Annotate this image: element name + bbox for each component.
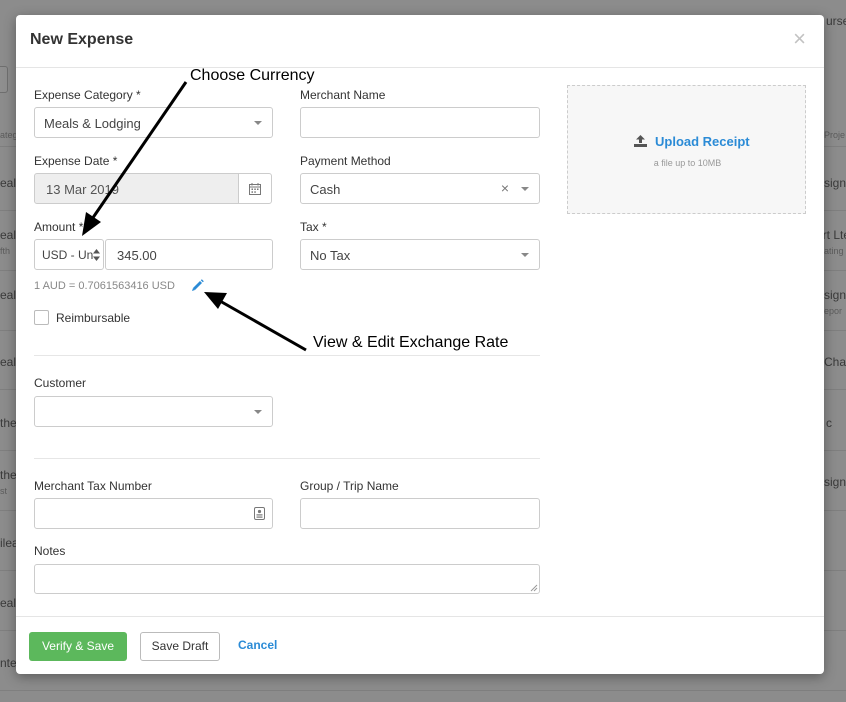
merchant-name-input[interactable] — [300, 107, 540, 138]
background-text: c — [826, 416, 832, 430]
background-text: eal — [0, 176, 17, 190]
tax-value: No Tax — [310, 248, 351, 263]
resize-handle-icon[interactable] — [530, 584, 538, 592]
cancel-button[interactable]: Cancel — [238, 638, 277, 652]
verify-save-button[interactable]: Verify & Save — [29, 632, 127, 661]
group-trip-name-input[interactable] — [300, 498, 540, 529]
chevron-down-icon — [521, 253, 529, 257]
background-text: ateg — [0, 130, 18, 140]
amount-value: 345.00 — [117, 248, 157, 263]
annotation-choose-currency: Choose Currency — [190, 67, 315, 84]
background-divider — [0, 690, 846, 691]
customer-label: Customer — [34, 376, 87, 390]
background-text: urse — [826, 14, 846, 28]
background-text: the — [0, 416, 17, 430]
calendar-button[interactable] — [238, 173, 272, 204]
currency-select[interactable]: USD - Un — [34, 239, 104, 270]
background-text: Proje — [824, 130, 846, 140]
tax-select[interactable]: No Tax — [300, 239, 540, 270]
expense-date-label: Expense Date * — [34, 154, 118, 168]
clear-icon[interactable]: × — [501, 180, 509, 196]
expense-category-select[interactable]: Meals & Lodging — [34, 107, 273, 138]
payment-method-select[interactable]: Cash × — [300, 173, 540, 204]
background-text: fth — [0, 246, 11, 256]
pencil-icon[interactable] — [191, 279, 204, 292]
merchant-tax-number-input[interactable] — [34, 498, 273, 529]
reimbursable-label: Reimbursable — [56, 311, 131, 325]
background-text: eal — [0, 355, 17, 369]
tax-label: Tax * — [300, 220, 327, 234]
payment-method-label: Payment Method — [300, 154, 391, 168]
background-text: eal — [0, 288, 17, 302]
annotation-view-edit-exchange-rate: View & Edit Exchange Rate — [313, 334, 509, 351]
expense-category-label: Expense Category * — [34, 88, 141, 102]
background-text: st — [0, 486, 8, 496]
section-divider — [34, 458, 540, 459]
background-text: Char — [824, 355, 846, 369]
id-card-icon[interactable] — [254, 507, 265, 520]
upload-hint: a file up to 10MB — [653, 158, 722, 168]
customer-select[interactable] — [34, 396, 273, 427]
chevron-down-icon — [254, 121, 262, 125]
merchant-tax-number-label: Merchant Tax Number — [34, 479, 152, 493]
background-text: signm — [824, 176, 846, 190]
background-text: epor — [824, 306, 843, 316]
close-icon[interactable]: × — [793, 28, 806, 50]
save-draft-button[interactable]: Save Draft — [140, 632, 220, 661]
reimbursable-checkbox[interactable] — [34, 310, 49, 325]
amount-label: Amount * — [34, 220, 84, 234]
exchange-rate-text: 1 AUD = 0.7061563416 USD — [34, 280, 175, 292]
background-text: signm — [824, 475, 846, 489]
modal-footer: Verify & Save Save Draft Cancel — [16, 616, 824, 674]
background-button — [0, 66, 8, 93]
expense-category-value: Meals & Lodging — [44, 116, 141, 131]
payment-method-value: Cash — [310, 182, 341, 197]
modal-header: New Expense × — [16, 15, 824, 68]
notes-textarea[interactable] — [34, 564, 540, 594]
background-text: eal — [0, 596, 17, 610]
upload-receipt-dropzone[interactable]: Upload Receipt a file up to 10MB — [567, 85, 806, 214]
upload-icon — [634, 135, 647, 147]
chevron-down-icon — [521, 187, 529, 191]
merchant-name-label: Merchant Name — [300, 88, 386, 102]
sort-arrows-icon — [93, 249, 100, 261]
modal-title: New Expense — [30, 31, 134, 48]
currency-value: USD - Un — [42, 248, 94, 262]
chevron-down-icon — [254, 410, 262, 414]
calendar-icon — [249, 183, 261, 195]
section-divider — [34, 355, 540, 356]
amount-input[interactable]: 345.00 — [105, 239, 273, 270]
notes-label: Notes — [34, 544, 66, 558]
upload-receipt-link[interactable]: Upload Receipt — [655, 134, 750, 149]
expense-date-input[interactable]: 13 Mar 2019 — [34, 173, 239, 204]
background-text: the — [0, 468, 17, 482]
expense-date-value: 13 Mar 2019 — [46, 182, 119, 197]
group-trip-name-label: Group / Trip Name — [300, 479, 399, 493]
background-text: ating — [824, 246, 844, 256]
background-text: signm — [824, 288, 846, 302]
